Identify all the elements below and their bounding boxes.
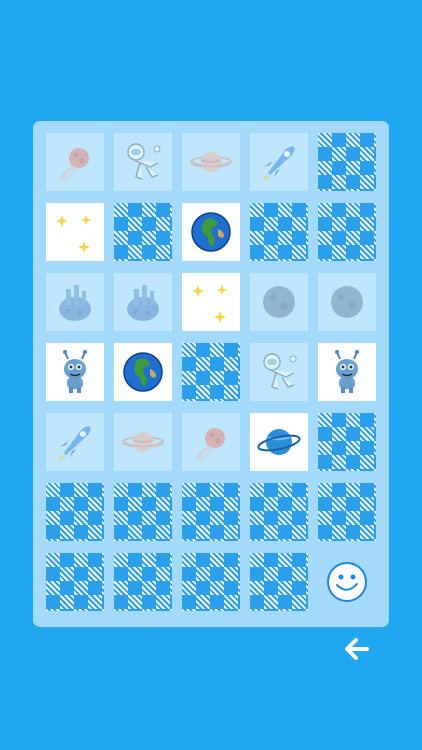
- card-matched: [114, 133, 172, 191]
- card-face-up[interactable]: [114, 343, 172, 401]
- game-board: [33, 121, 389, 627]
- card-face-up[interactable]: [182, 273, 240, 331]
- meteor-icon: [194, 428, 225, 462]
- card-matched: [250, 133, 308, 191]
- stars-icon: [192, 285, 227, 323]
- card-face-up[interactable]: [46, 343, 104, 401]
- smiley-icon: [327, 562, 367, 602]
- astronaut-icon: [127, 143, 161, 180]
- card-face-down[interactable]: [250, 203, 308, 261]
- meteor-icon: [58, 148, 89, 182]
- card-face-down[interactable]: [250, 553, 308, 611]
- card-face-down[interactable]: [114, 483, 172, 541]
- card-matched: [46, 133, 104, 191]
- card-face-down[interactable]: [318, 133, 376, 191]
- saturn-icon: [190, 152, 232, 172]
- card-matched: [46, 273, 104, 331]
- asteroid-icon: [127, 285, 159, 321]
- card-face-down[interactable]: [114, 203, 172, 261]
- earth-icon: [123, 352, 163, 392]
- card-face-down[interactable]: [182, 553, 240, 611]
- alien-icon: [63, 350, 87, 393]
- card-face-up[interactable]: [182, 203, 240, 261]
- card-matched: [318, 273, 376, 331]
- card-matched: [250, 273, 308, 331]
- moon-icon: [331, 286, 363, 318]
- card-face-down[interactable]: [318, 203, 376, 261]
- earth-icon: [191, 212, 231, 252]
- moon-icon: [263, 286, 295, 318]
- card-face-up[interactable]: [318, 343, 376, 401]
- saturn-icon: [122, 432, 164, 452]
- back-arrow-icon[interactable]: [344, 637, 370, 661]
- alien-icon: [335, 350, 359, 393]
- rocket-icon: [262, 146, 295, 181]
- card-face-up[interactable]: [46, 203, 104, 261]
- card-face-up[interactable]: [250, 413, 308, 471]
- card-matched: [114, 273, 172, 331]
- planet-ring-icon: [257, 429, 301, 455]
- astronaut-icon: [263, 353, 297, 390]
- card-face-down[interactable]: [182, 483, 240, 541]
- card-face-down[interactable]: [46, 553, 104, 611]
- asteroid-icon: [59, 285, 91, 321]
- card-face-down[interactable]: [250, 483, 308, 541]
- smiley-button[interactable]: [318, 553, 376, 611]
- card-matched: [250, 343, 308, 401]
- card-matched: [182, 413, 240, 471]
- card-face-down[interactable]: [318, 413, 376, 471]
- rocket-icon: [58, 426, 91, 461]
- card-face-down[interactable]: [46, 483, 104, 541]
- card-matched: [182, 133, 240, 191]
- card-matched: [114, 413, 172, 471]
- card-face-down[interactable]: [114, 553, 172, 611]
- card-face-down[interactable]: [182, 343, 240, 401]
- card-face-down[interactable]: [318, 483, 376, 541]
- card-matched: [46, 413, 104, 471]
- stars-icon: [56, 215, 91, 253]
